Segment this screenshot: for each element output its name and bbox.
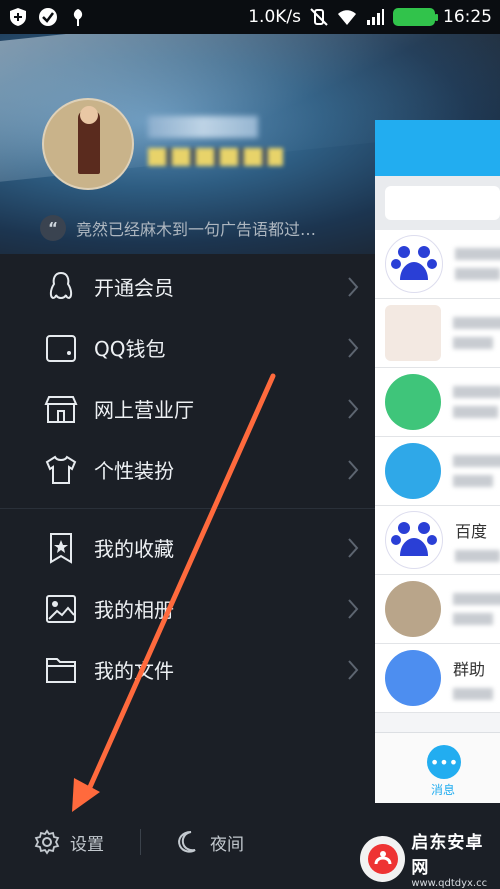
avatar xyxy=(385,374,441,430)
list-item[interactable]: 百度 xyxy=(375,506,500,575)
menu-item-business-hall[interactable]: 网上营业厅 xyxy=(0,378,375,439)
menu-item-wallet[interactable]: QQ钱包 xyxy=(0,317,375,378)
search-input[interactable] xyxy=(385,186,500,220)
baidu-paw-icon xyxy=(385,511,443,569)
shield-icon xyxy=(10,8,26,26)
avatar[interactable] xyxy=(42,98,134,190)
chevron-right-icon xyxy=(348,276,359,297)
level-badges-blurred xyxy=(148,148,283,166)
bottom-tab-bar: ••• 消息 xyxy=(375,732,500,803)
settings-label: 设置 xyxy=(70,834,104,855)
watermark-url: www.qdtdyx.cc xyxy=(411,878,488,889)
chat-title: 百度 xyxy=(455,522,488,541)
moon-icon xyxy=(178,831,196,853)
menu-item-label: 个性装扮 xyxy=(94,459,174,483)
menu-item-label: QQ钱包 xyxy=(94,337,166,361)
avatar xyxy=(385,443,441,499)
avatar xyxy=(385,650,441,706)
menu-divider xyxy=(0,508,375,509)
watermark: 启东安卓网 www.qdtdyx.cc xyxy=(360,828,500,889)
tshirt-icon xyxy=(45,455,77,484)
night-mode-button[interactable]: 夜间 xyxy=(176,830,244,855)
tab-messages-label: 消息 xyxy=(431,783,456,797)
menu-item-files[interactable]: 我的文件 xyxy=(0,639,375,700)
watermark-logo-icon xyxy=(360,835,406,882)
menu-item-label: 开通会员 xyxy=(94,276,174,300)
chevron-right-icon xyxy=(348,659,359,680)
wifi-icon xyxy=(338,10,356,25)
menu-item-personalize[interactable]: 个性装扮 xyxy=(0,439,375,500)
list-item[interactable] xyxy=(375,230,500,299)
avatar xyxy=(385,581,441,637)
gear-icon xyxy=(34,829,60,855)
check-circle-icon xyxy=(39,8,57,26)
store-icon xyxy=(44,395,78,423)
chat-header xyxy=(375,120,500,176)
nickname-blurred[interactable] xyxy=(148,116,258,138)
signature-row[interactable]: “ 竟然已经麻木到一句广告语都过… xyxy=(40,214,370,242)
chat-list-panel[interactable]: 百度 群助 ••• 消息 xyxy=(375,120,500,803)
drawer-menu: 开通会员 QQ钱包 网上营业厅 个性装扮 我的收藏 我的相册 我的文件 xyxy=(0,256,375,700)
list-item[interactable] xyxy=(375,437,500,506)
penguin-icon xyxy=(49,271,73,299)
chevron-right-icon xyxy=(348,337,359,358)
message-bubble-icon[interactable]: ••• xyxy=(427,745,461,779)
avatar xyxy=(385,305,441,361)
leaf-icon xyxy=(73,9,83,26)
menu-item-label: 网上营业厅 xyxy=(94,398,194,422)
menu-item-vip[interactable]: 开通会员 xyxy=(0,256,375,317)
battery-icon xyxy=(393,8,438,26)
menu-item-favorites[interactable]: 我的收藏 xyxy=(0,517,375,578)
baidu-paw-icon xyxy=(385,235,443,293)
signature-text: 竟然已经麻木到一句广告语都过… xyxy=(76,220,317,239)
settings-button[interactable]: 设置 xyxy=(34,829,104,855)
chevron-right-icon xyxy=(348,537,359,558)
chevron-right-icon xyxy=(348,459,359,480)
drawer-footer: 设置 夜间 xyxy=(0,815,375,869)
chevron-right-icon xyxy=(348,398,359,419)
menu-item-label: 我的文件 xyxy=(94,659,174,683)
photo-icon xyxy=(46,594,76,623)
footer-divider xyxy=(140,829,141,855)
chat-title: 群助 xyxy=(453,660,486,679)
bookmark-star-icon xyxy=(50,532,72,564)
search-bar[interactable] xyxy=(375,176,500,230)
menu-item-album[interactable]: 我的相册 xyxy=(0,578,375,639)
folder-icon xyxy=(46,657,76,683)
menu-item-label: 我的相册 xyxy=(94,598,174,622)
list-item[interactable] xyxy=(375,575,500,644)
night-label: 夜间 xyxy=(210,834,244,855)
list-item[interactable] xyxy=(375,368,500,437)
list-item[interactable]: 群助 xyxy=(375,644,500,713)
menu-item-label: 我的收藏 xyxy=(94,537,174,561)
signal-icon xyxy=(367,9,384,25)
list-item[interactable] xyxy=(375,299,500,368)
status-bar: 1.0K/s 16:25 xyxy=(0,0,500,34)
wallet-icon xyxy=(46,334,76,362)
watermark-title: 启东安卓网 xyxy=(411,833,484,878)
clock: 16:25 xyxy=(443,7,492,27)
chevron-right-icon xyxy=(348,598,359,619)
quote-icon: “ xyxy=(40,215,66,241)
vibrate-off-icon xyxy=(310,8,328,26)
network-speed: 1.0K/s xyxy=(248,7,301,27)
